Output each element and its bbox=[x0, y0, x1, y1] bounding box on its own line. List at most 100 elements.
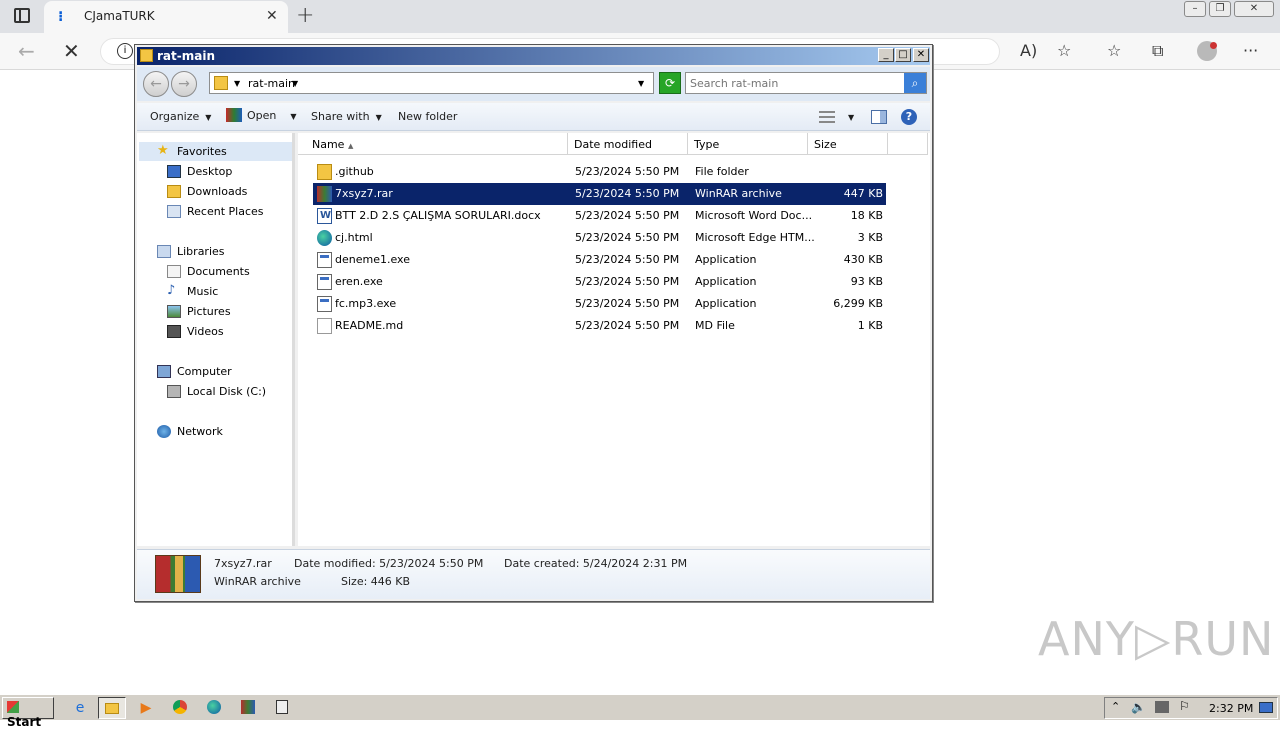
videos-icon bbox=[167, 325, 181, 338]
start-button[interactable]: Start bbox=[2, 697, 54, 729]
column-header-date-modified[interactable]: Date modified bbox=[568, 133, 688, 155]
file-type: Microsoft Word Doc... bbox=[695, 209, 813, 222]
change-view-icon[interactable] bbox=[819, 111, 835, 123]
nav-item-network[interactable]: Network bbox=[157, 425, 223, 438]
browser-tab[interactable]: ⁝ CJamaTURK ✕ bbox=[44, 1, 288, 33]
file-size: 430 KB bbox=[843, 253, 883, 266]
explorer-taskbar-icon[interactable] bbox=[98, 697, 126, 719]
file-list: Name ▲ Date modified Type Size .github 5… bbox=[298, 133, 930, 546]
column-header-spacer bbox=[888, 133, 928, 155]
tab-actions-icon[interactable] bbox=[14, 8, 30, 23]
search-input[interactable] bbox=[690, 77, 900, 90]
edge-icon[interactable] bbox=[200, 697, 228, 719]
volume-icon[interactable]: 🔈 bbox=[1131, 700, 1146, 714]
show-hidden-icons-icon[interactable]: ⌃ bbox=[1111, 700, 1120, 713]
explorer-forward-button[interactable]: → bbox=[171, 71, 197, 97]
internet-explorer-icon[interactable]: e bbox=[66, 697, 94, 719]
chrome-icon[interactable] bbox=[166, 697, 194, 719]
back-button[interactable]: ← bbox=[18, 39, 35, 63]
nav-item-favorites[interactable]: ★ Favorites bbox=[157, 143, 227, 158]
hard-drive-icon bbox=[167, 385, 181, 398]
help-icon[interactable]: ? bbox=[901, 109, 917, 125]
nav-item-pictures[interactable]: Pictures bbox=[167, 305, 231, 318]
explorer-maximize-button[interactable]: □ bbox=[895, 48, 911, 62]
file-row[interactable]: eren.exe 5/23/2024 5:50 PM Application 9… bbox=[313, 271, 886, 293]
clock[interactable]: 2:32 PM bbox=[1209, 702, 1253, 715]
file-row[interactable]: deneme1.exe 5/23/2024 5:50 PM Applicatio… bbox=[313, 249, 886, 271]
nav-item-computer[interactable]: Computer bbox=[157, 365, 232, 378]
nav-item-libraries[interactable]: Libraries bbox=[157, 245, 225, 258]
file-size: 18 KB bbox=[850, 209, 883, 222]
search-icon[interactable]: ⌕ bbox=[904, 73, 926, 93]
search-box[interactable]: ⌕ bbox=[685, 72, 927, 94]
nav-item-recent-places[interactable]: Recent Places bbox=[167, 205, 264, 218]
windows-logo-icon bbox=[7, 701, 19, 713]
share-with-button[interactable]: Share with ▼ bbox=[311, 110, 382, 123]
site-info-icon[interactable]: i bbox=[117, 43, 133, 59]
tab-title: CJamaTURK bbox=[84, 9, 155, 23]
action-center-flag-icon[interactable]: ⚐ bbox=[1179, 699, 1190, 713]
calculator-icon[interactable] bbox=[268, 697, 296, 719]
network-icon bbox=[157, 425, 171, 438]
show-desktop-icon[interactable] bbox=[1259, 702, 1273, 713]
details-filename: 7xsyz7.rar bbox=[214, 557, 272, 570]
column-header-name[interactable]: Name ▲ bbox=[298, 133, 568, 155]
tab-close-icon[interactable]: ✕ bbox=[266, 8, 278, 24]
explorer-titlebar[interactable]: rat-main _ □ ✕ bbox=[137, 47, 930, 65]
file-row[interactable]: cj.html 5/23/2024 5:50 PM Microsoft Edge… bbox=[313, 227, 886, 249]
nav-item-downloads[interactable]: Downloads bbox=[167, 185, 247, 198]
nav-item-label: Computer bbox=[177, 365, 232, 378]
breadcrumb-item[interactable]: rat-main bbox=[248, 77, 295, 90]
column-header-size[interactable]: Size bbox=[808, 133, 888, 155]
collections-icon[interactable]: ⧉ bbox=[1152, 41, 1163, 61]
address-history-dropdown-icon[interactable]: ▼ bbox=[638, 79, 644, 88]
file-row[interactable]: .github 5/23/2024 5:50 PM File folder bbox=[313, 161, 886, 183]
explorer-back-button[interactable]: ← bbox=[143, 71, 169, 97]
new-folder-button[interactable]: New folder bbox=[398, 110, 457, 123]
application-icon bbox=[317, 296, 332, 312]
nav-item-desktop[interactable]: Desktop bbox=[167, 165, 232, 178]
star-icon: ★ bbox=[157, 143, 169, 158]
window-minimize-button[interactable]: – bbox=[1184, 1, 1206, 17]
window-close-button[interactable]: ✕ bbox=[1234, 1, 1274, 17]
nav-item-videos[interactable]: Videos bbox=[167, 325, 224, 338]
favorites-icon[interactable]: ☆ bbox=[1107, 41, 1121, 60]
file-row[interactable]: BTT 2.D 2.S ÇALIŞMA SORULARI.docx 5/23/2… bbox=[313, 205, 886, 227]
more-menu-icon[interactable]: ··· bbox=[1243, 41, 1258, 60]
nav-item-documents[interactable]: Documents bbox=[167, 265, 250, 278]
explorer-close-button[interactable]: ✕ bbox=[913, 48, 929, 62]
breadcrumb-arrow-icon[interactable]: ▼ bbox=[234, 79, 240, 88]
file-row-selected[interactable]: 7xsyz7.rar 5/23/2024 5:50 PM WinRAR arch… bbox=[313, 183, 886, 205]
read-aloud-icon[interactable]: A) bbox=[1020, 41, 1037, 60]
file-row[interactable]: README.md 5/23/2024 5:50 PM MD File 1 KB bbox=[313, 315, 886, 337]
file-name: .github bbox=[335, 165, 374, 178]
breadcrumb-arrow-icon[interactable]: ▼ bbox=[292, 79, 298, 88]
file-name: cj.html bbox=[335, 231, 373, 244]
preview-pane-icon[interactable] bbox=[871, 110, 887, 124]
winrar-taskbar-icon[interactable] bbox=[234, 697, 262, 719]
organize-button[interactable]: Organize ▼ bbox=[150, 110, 211, 123]
music-icon: ♪ bbox=[167, 283, 176, 298]
nav-item-local-disk[interactable]: Local Disk (C:) bbox=[167, 385, 267, 398]
nav-item-label: Local Disk (C:) bbox=[187, 385, 267, 398]
explorer-minimize-button[interactable]: _ bbox=[878, 48, 894, 62]
window-maximize-button[interactable]: ❐ bbox=[1209, 1, 1231, 17]
view-options-dropdown-icon[interactable]: ▼ bbox=[848, 113, 854, 122]
nav-item-music[interactable]: ♪ Music bbox=[167, 283, 218, 298]
profile-avatar[interactable] bbox=[1197, 41, 1217, 61]
computer-icon bbox=[157, 365, 171, 378]
add-favorite-icon[interactable]: ☆ bbox=[1057, 41, 1071, 60]
network-status-icon[interactable] bbox=[1155, 701, 1169, 713]
media-player-icon[interactable]: ▶ bbox=[132, 697, 160, 719]
desktop-icon bbox=[167, 165, 181, 178]
breadcrumb[interactable]: ▼ rat-main ▼ ▼ bbox=[209, 72, 654, 94]
stop-button[interactable]: ✕ bbox=[63, 39, 80, 63]
new-tab-button[interactable]: + bbox=[296, 3, 314, 28]
file-row[interactable]: fc.mp3.exe 5/23/2024 5:50 PM Application… bbox=[313, 293, 886, 315]
edge-html-icon bbox=[317, 230, 332, 246]
dropdown-arrow-icon: ▼ bbox=[375, 113, 382, 122]
refresh-icon[interactable]: ⟳ bbox=[659, 72, 681, 94]
open-button[interactable]: Open ▼ bbox=[226, 108, 297, 122]
column-header-type[interactable]: Type bbox=[688, 133, 808, 155]
explorer-title: rat-main bbox=[157, 49, 215, 63]
